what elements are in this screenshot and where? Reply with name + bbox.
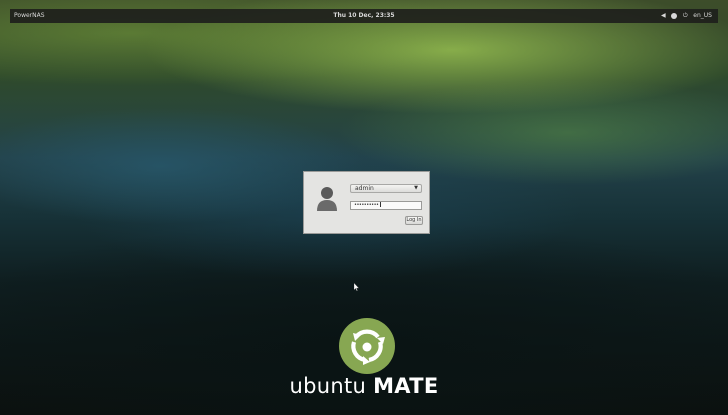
keyboard-layout[interactable]: en_US — [693, 9, 712, 23]
ubuntu-mate-logo-icon — [339, 318, 395, 374]
password-mask: •••••••••• — [354, 202, 379, 208]
brand-name-bold: MATE — [373, 374, 439, 398]
password-field[interactable]: •••••••••• — [350, 201, 422, 210]
power-icon[interactable]: ⏻ — [682, 13, 688, 19]
top-panel: PowerNAS Thu 10 Dec, 23:35 ◀ ⏻ en_US — [10, 9, 718, 23]
mouse-pointer-icon — [354, 283, 359, 291]
login-dialog: admin ▼ •••••••••• Log In — [303, 171, 430, 234]
user-avatar-icon — [317, 187, 337, 211]
clock[interactable]: Thu 10 Dec, 23:35 — [10, 9, 718, 23]
login-screen: PowerNAS Thu 10 Dec, 23:35 ◀ ⏻ en_US adm… — [0, 0, 728, 415]
sound-icon[interactable]: ◀ — [660, 13, 666, 19]
username-select[interactable]: admin ▼ — [350, 184, 422, 193]
brand-wordmark: ubuntu MATE — [0, 374, 728, 398]
accessibility-icon[interactable] — [671, 13, 678, 19]
brand-name-light: ubuntu — [289, 374, 367, 398]
text-cursor — [379, 202, 381, 207]
username-value: admin — [355, 185, 374, 192]
indicator-area: ◀ ⏻ en_US — [660, 9, 712, 23]
login-button[interactable]: Log In — [405, 216, 423, 225]
chevron-down-icon: ▼ — [414, 185, 418, 191]
